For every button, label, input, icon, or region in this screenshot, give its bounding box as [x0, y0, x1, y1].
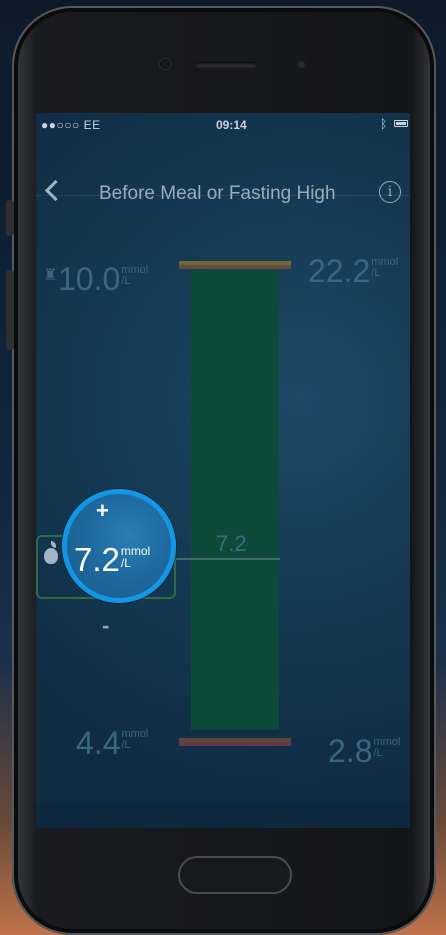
- bottom-area: [36, 803, 410, 828]
- unit-bottom: /L: [371, 267, 381, 279]
- upper-left-reading: 10.0 mmol/L: [58, 261, 148, 298]
- speaker-grille: [195, 62, 257, 68]
- flask-icon: ♜: [43, 267, 58, 284]
- decrement-button[interactable]: -: [102, 613, 109, 639]
- camera-icon: [160, 59, 170, 69]
- lower-limit-line-2: [179, 742, 291, 746]
- upper-left-value: 10.0: [58, 261, 121, 297]
- proximity-sensor: [298, 61, 305, 68]
- mute-switch: [6, 200, 14, 236]
- unit-bottom: /L: [373, 747, 383, 759]
- lower-left-value: 4.4: [76, 725, 121, 761]
- apple-icon: [44, 548, 58, 564]
- unit-bottom: /L: [121, 739, 131, 751]
- current-value-line: [166, 558, 280, 560]
- lower-right-value: 2.8: [328, 733, 373, 769]
- back-chevron-icon[interactable]: [44, 179, 67, 202]
- carrier-label: ●●○○○ EE: [41, 118, 101, 132]
- increment-button[interactable]: +: [96, 498, 109, 524]
- home-button[interactable]: [178, 856, 292, 894]
- upper-right-reading: 22.2 mmol/L: [308, 253, 398, 290]
- bar-mid-label: 7.2: [216, 531, 247, 556]
- unit-bottom: /L: [120, 556, 131, 570]
- volume-button: [6, 270, 14, 350]
- upper-right-value: 22.2: [308, 253, 371, 289]
- clock: 09:14: [216, 118, 247, 132]
- range-bar: [191, 270, 279, 730]
- lower-left-reading: 4.4 mmol/L: [76, 725, 148, 762]
- battery-icon: [394, 120, 408, 127]
- status-bar: ●●○○○ EE 09:14 ᛒ: [36, 113, 410, 135]
- upper-limit-line-2: [179, 265, 291, 269]
- page-title: Before Meal or Fasting High: [99, 183, 336, 204]
- nav-bar: Before Meal or Fasting High i: [36, 141, 410, 204]
- app-screen: ●●○○○ EE 09:14 ᛒ Before Meal or Fasting …: [36, 113, 410, 828]
- lower-right-reading: 2.8 mmol/L: [328, 733, 400, 770]
- info-icon[interactable]: i: [379, 181, 401, 203]
- knob-number: 7.2: [74, 541, 120, 578]
- unit-bottom: /L: [121, 275, 131, 287]
- knob-value: 7.2 mmol/L: [74, 541, 150, 579]
- bluetooth-icon: ᛒ: [380, 117, 388, 131]
